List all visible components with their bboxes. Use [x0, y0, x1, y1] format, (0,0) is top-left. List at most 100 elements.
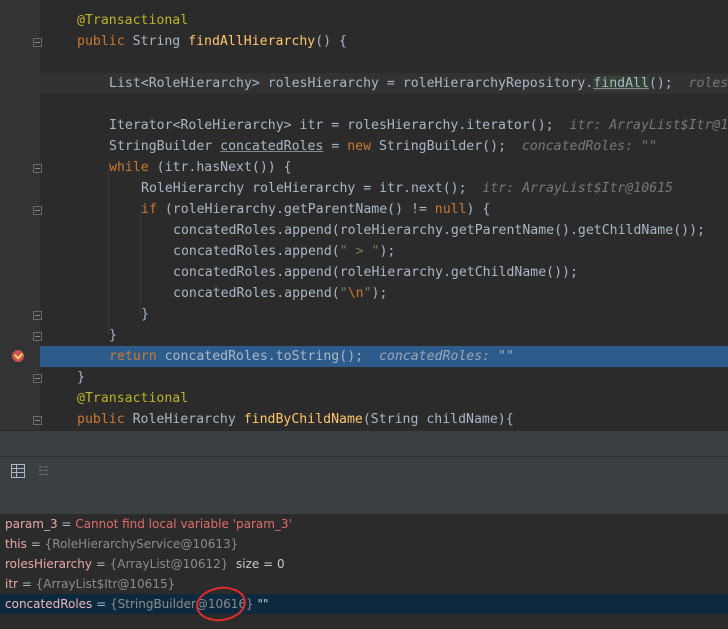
code-line: concatedRoles.append(roleHierarchy.getPa…	[173, 220, 705, 241]
code-text: ();	[648, 76, 673, 91]
fold-icon[interactable]	[33, 416, 42, 425]
code-line: Iterator<RoleHierarchy> itr = rolesHiera…	[109, 115, 728, 136]
method-call: findAll	[593, 76, 649, 91]
breakpoint-icon[interactable]	[12, 350, 24, 362]
inline-value-hint: itr: ArrayList$Itr@10615	[482, 181, 673, 196]
code-text: }	[77, 370, 85, 385]
code-text: }	[141, 307, 149, 322]
indent-guide	[140, 210, 141, 315]
keyword: if	[141, 202, 157, 217]
variable-row[interactable]: rolesHierarchy = {ArrayList@10612} size …	[0, 554, 728, 574]
annotation-text: @Transactional	[77, 391, 189, 406]
variable-name: rolesHierarchy	[5, 557, 92, 571]
code-text: (itr.hasNext()) {	[148, 160, 292, 175]
variable-value: {RoleHierarchyService@10613}	[44, 537, 239, 551]
code-line: StringBuilder concatedRoles = new String…	[109, 136, 657, 157]
code-text: );	[371, 286, 388, 301]
method-name: findByChildName	[243, 412, 363, 427]
equals-sign: =	[26, 537, 45, 551]
table-grid-icon[interactable]	[11, 464, 25, 478]
editor-gutter[interactable]	[0, 0, 40, 430]
variable-row-selected[interactable]: concatedRoles = {StringBuilder@10616} ""	[0, 594, 728, 614]
code-line: if (roleHierarchy.getParentName() != nul…	[141, 199, 490, 220]
code-line: concatedRoles.append(" > ");	[173, 241, 395, 262]
variable-name: concatedRoles	[5, 597, 93, 611]
code-line: return concatedRoles.toString(); concate…	[109, 346, 514, 367]
code-text: =	[323, 139, 348, 154]
equals-sign: =	[91, 557, 110, 571]
variable-name: param_3	[5, 517, 58, 531]
code-text: (roleHierarchy.getParentName() !=	[156, 202, 435, 217]
code-line: @Transactional	[77, 388, 188, 409]
code-text: List<RoleHierarchy> rolesHierarchy = rol…	[109, 76, 594, 91]
code-line: List<RoleHierarchy> rolesHierarchy = rol…	[109, 73, 728, 94]
code-text: concatedRoles.append(roleHierarchy.getCh…	[173, 265, 578, 280]
variable-value: {ArrayList$Itr@10615}	[35, 577, 176, 591]
string-literal: "	[339, 286, 348, 301]
code-line: public RoleHierarchy findByChildName(Str…	[77, 409, 514, 430]
inline-value-hint: concatedRoles: ""	[521, 139, 657, 154]
code-text: Iterator<RoleHierarchy> itr = rolesHiera…	[109, 118, 554, 133]
variable-name: this	[5, 537, 27, 551]
fold-icon[interactable]	[33, 206, 42, 215]
variable-size: size = 0	[228, 557, 285, 571]
variable-row[interactable]: itr = {ArrayList$Itr@10615}	[0, 574, 728, 594]
type-text: RoleHierarchy	[124, 412, 244, 427]
variable-name: concatedRoles	[220, 139, 324, 154]
string-literal: "	[363, 286, 372, 301]
code-text: StringBuilder();	[371, 139, 507, 154]
method-name: findAllHierarchy	[188, 34, 316, 49]
keyword: while	[109, 160, 149, 175]
keyword: return	[109, 349, 157, 364]
fold-icon[interactable]	[33, 374, 42, 383]
type-text: String	[124, 34, 189, 49]
code-text: );	[379, 244, 396, 259]
code-line: public String findAllHierarchy() {	[77, 31, 347, 52]
variable-string-value: ""	[253, 597, 269, 611]
variable-row[interactable]: this = {RoleHierarchyService@10613}	[0, 534, 728, 554]
inline-value-hint: roles	[688, 76, 728, 91]
code-line: RoleHierarchy roleHierarchy = itr.next()…	[141, 178, 673, 199]
code-text: StringBuilder	[109, 139, 221, 154]
panel-divider[interactable]	[0, 430, 728, 457]
code-text: () {	[315, 34, 347, 49]
inline-value-hint: itr: ArrayList$Itr@1	[569, 118, 728, 133]
code-text: concatedRoles.append(	[173, 286, 340, 301]
equals-sign: =	[57, 517, 76, 531]
fold-icon[interactable]	[33, 311, 42, 320]
code-line: }	[141, 304, 149, 325]
code-editor[interactable]: @Transactional public String findAllHier…	[0, 0, 728, 430]
code-text: (String childName){	[362, 412, 514, 427]
variable-error: Cannot find local variable 'param_3'	[75, 517, 292, 531]
code-line: }	[77, 367, 85, 388]
inline-value-hint: concatedRoles: ""	[378, 349, 514, 364]
annotation-text: @Transactional	[77, 13, 189, 28]
code-line: concatedRoles.append("\n");	[173, 283, 387, 304]
escape-sequence: \n	[347, 286, 364, 301]
code-line: concatedRoles.append(roleHierarchy.getCh…	[173, 262, 578, 283]
code-text: RoleHierarchy roleHierarchy = itr.next()…	[141, 181, 467, 196]
variables-panel[interactable]: param_3 = Cannot find local variable 'pa…	[0, 514, 728, 629]
indent-guide	[108, 168, 109, 334]
code-text: ) {	[466, 202, 491, 217]
equals-sign: =	[92, 597, 110, 611]
fold-icon[interactable]	[33, 164, 42, 173]
code-line: }	[109, 325, 117, 346]
keyword: public	[77, 34, 125, 49]
code-text: concatedRoles.append(roleHierarchy.getPa…	[173, 223, 705, 238]
tree-view-icon[interactable]: ☷	[38, 464, 52, 478]
variable-value: {ArrayList@10612}	[109, 557, 229, 571]
fold-icon[interactable]	[33, 38, 42, 47]
fold-icon[interactable]	[33, 332, 42, 341]
code-line: while (itr.hasNext()) {	[109, 157, 292, 178]
code-text: concatedRoles.append(	[173, 244, 340, 259]
variable-name: itr	[5, 577, 18, 591]
debug-toolbar: ☷	[0, 456, 728, 488]
code-line: @Transactional	[77, 10, 188, 31]
keyword: public	[77, 412, 125, 427]
code-text: }	[109, 328, 117, 343]
code-text: concatedRoles.toString();	[156, 349, 364, 364]
variable-row[interactable]: param_3 = Cannot find local variable 'pa…	[0, 514, 728, 534]
keyword: null	[434, 202, 467, 217]
keyword: new	[347, 139, 372, 154]
